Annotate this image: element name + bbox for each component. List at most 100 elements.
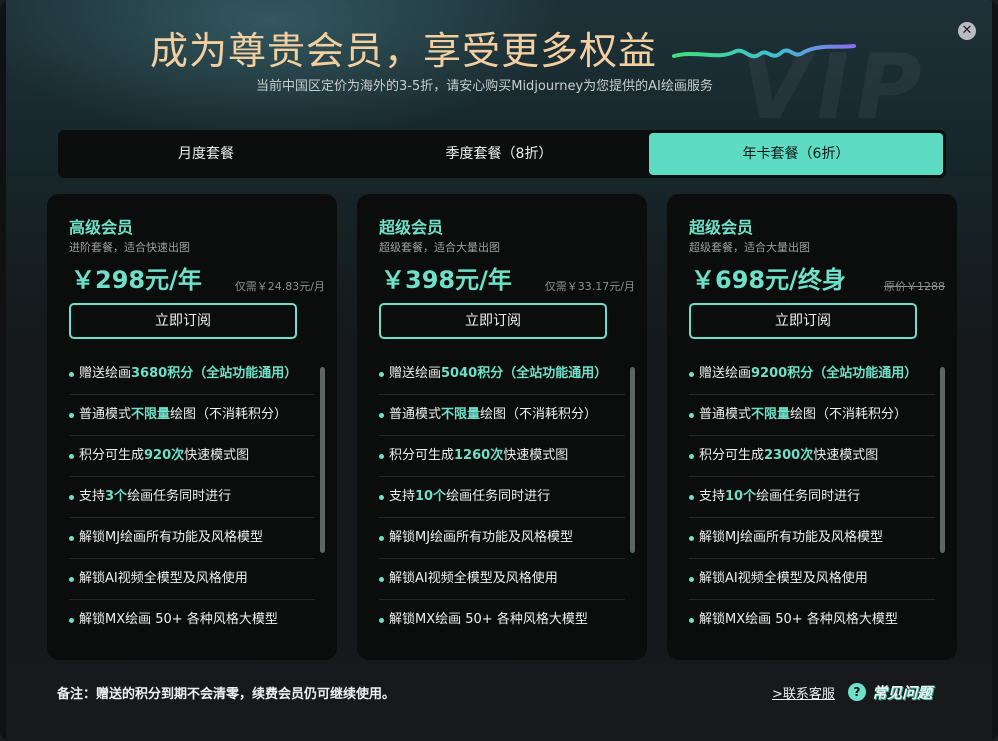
feature-text: 解锁MX绘画 50+ 各种风格大模型 bbox=[699, 612, 898, 627]
feature-item: 解锁MJ绘画所有功能及风格模型 bbox=[69, 518, 315, 559]
feature-highlight: 9200积分（全站功能通用） bbox=[751, 366, 918, 381]
feature-highlight: 2300次 bbox=[764, 448, 814, 463]
bullet-dot-icon bbox=[689, 536, 694, 541]
scrollbar[interactable] bbox=[940, 367, 945, 553]
feature-highlight: 5040积分（全站功能通用） bbox=[441, 366, 608, 381]
feature-item: 解锁AI视频全模型及风格使用 bbox=[689, 559, 935, 600]
feature-item: 积分可生成1260次快速模式图 bbox=[379, 436, 625, 477]
tab-yearly[interactable]: 年卡套餐（6折） bbox=[649, 133, 943, 175]
tab-monthly[interactable]: 月度套餐 bbox=[61, 133, 351, 175]
feature-highlight: 10个 bbox=[415, 489, 447, 504]
decorative-squiggle-icon bbox=[672, 44, 856, 59]
feature-text: 绘画任务同时进行 bbox=[127, 489, 232, 504]
modal-edge-right bbox=[992, 0, 998, 741]
feature-text: 普通模式 bbox=[699, 407, 752, 422]
price-note: 仅需￥24.83元/月 bbox=[234, 280, 325, 293]
feature-item: 普通模式不限量绘图（不消耗积分） bbox=[379, 395, 625, 436]
bullet-dot-icon bbox=[69, 454, 74, 459]
feature-text: 绘图（不消耗积分） bbox=[480, 407, 598, 422]
subscribe-button[interactable]: 立即订阅 bbox=[69, 303, 297, 339]
plan-price: ￥398元/年 bbox=[381, 266, 512, 294]
plan-card-super-lifetime: 超级会员 超级套餐，适合大量出图 ￥698元/终身 原价￥1288 立即订阅 赠… bbox=[667, 194, 957, 660]
plan-name: 高级会员 bbox=[69, 218, 134, 237]
bullet-dot-icon bbox=[689, 618, 694, 623]
feature-item: 支持10个绘画任务同时进行 bbox=[379, 477, 625, 518]
feature-item: 积分可生成920次快速模式图 bbox=[69, 436, 315, 477]
bullet-dot-icon bbox=[689, 372, 694, 377]
feature-text: 快速模式图 bbox=[813, 448, 879, 463]
feature-item: 解锁MX绘画 50+ 各种风格大模型 bbox=[689, 600, 935, 641]
original-price: 原价￥1288 bbox=[884, 280, 945, 293]
feature-item: 支持3个绘画任务同时进行 bbox=[69, 477, 315, 518]
feature-highlight: 不限量 bbox=[751, 407, 791, 422]
subscribe-button[interactable]: 立即订阅 bbox=[689, 303, 917, 339]
feature-text: 解锁MX绘画 50+ 各种风格大模型 bbox=[79, 612, 278, 627]
feature-text: 解锁MJ绘画所有功能及风格模型 bbox=[389, 530, 574, 545]
feature-item: 解锁MX绘画 50+ 各种风格大模型 bbox=[69, 600, 315, 641]
feature-item: 解锁MX绘画 50+ 各种风格大模型 bbox=[379, 600, 625, 641]
plan-card-premium: 高级会员 进阶套餐，适合快速出图 ￥298元/年 仅需￥24.83元/月 立即订… bbox=[47, 194, 337, 660]
feature-text: 快速模式图 bbox=[503, 448, 569, 463]
scrollbar[interactable] bbox=[630, 367, 635, 553]
feature-text: 支持 bbox=[389, 489, 416, 504]
bullet-dot-icon bbox=[69, 618, 74, 623]
bullet-dot-icon bbox=[379, 372, 384, 377]
feature-item: 赠送绘画9200积分（全站功能通用） bbox=[689, 354, 935, 395]
bullet-dot-icon bbox=[69, 413, 74, 418]
bullet-dot-icon bbox=[379, 454, 384, 459]
feature-text: 支持 bbox=[79, 489, 106, 504]
feature-item: 支持10个绘画任务同时进行 bbox=[689, 477, 935, 518]
feature-text: 绘图（不消耗积分） bbox=[790, 407, 908, 422]
plan-description: 进阶套餐，适合快速出图 bbox=[69, 241, 190, 254]
plan-name: 超级会员 bbox=[689, 218, 754, 237]
bullet-dot-icon bbox=[69, 372, 74, 377]
bullet-dot-icon bbox=[689, 413, 694, 418]
feature-text: 快速模式图 bbox=[184, 448, 250, 463]
bullet-dot-icon bbox=[379, 495, 384, 500]
bullet-dot-icon bbox=[69, 536, 74, 541]
plan-price: ￥698元/终身 bbox=[691, 266, 846, 294]
plan-description: 超级套餐，适合大量出图 bbox=[689, 241, 810, 254]
feature-text: 赠送绘画 bbox=[389, 366, 442, 381]
bullet-dot-icon bbox=[379, 413, 384, 418]
subscribe-button[interactable]: 立即订阅 bbox=[379, 303, 607, 339]
scrollbar[interactable] bbox=[320, 367, 325, 553]
feature-text: 普通模式 bbox=[79, 407, 132, 422]
tab-quarterly[interactable]: 季度套餐（8折） bbox=[354, 133, 644, 175]
close-icon: ✕ bbox=[961, 23, 973, 38]
feature-text: 普通模式 bbox=[389, 407, 442, 422]
feature-text: 解锁MJ绘画所有功能及风格模型 bbox=[79, 530, 264, 545]
feature-item: 解锁MJ绘画所有功能及风格模型 bbox=[379, 518, 625, 559]
feature-text: 赠送绘画 bbox=[699, 366, 752, 381]
bullet-dot-icon bbox=[69, 495, 74, 500]
feature-highlight: 不限量 bbox=[441, 407, 481, 422]
feature-list: 赠送绘画5040积分（全站功能通用） 普通模式不限量绘图（不消耗积分） 积分可生成1… bbox=[379, 354, 625, 641]
footer-note: 备注：赠送的积分到期不会清零，续费会员仍可继续使用。 bbox=[57, 687, 396, 702]
bullet-dot-icon bbox=[69, 577, 74, 582]
feature-text: 绘图（不消耗积分） bbox=[170, 407, 288, 422]
membership-modal: VIP 成为尊贵会员，享受更多权益 当前中国区定价为海外的3-5折，请安心购买M… bbox=[0, 0, 998, 741]
feature-highlight: 不限量 bbox=[131, 407, 171, 422]
feature-text: 绘画任务同时进行 bbox=[756, 489, 861, 504]
plan-price: ￥298元/年 bbox=[71, 266, 202, 294]
modal-edge-left bbox=[0, 0, 6, 741]
feature-text: 解锁MX绘画 50+ 各种风格大模型 bbox=[389, 612, 588, 627]
plan-name: 超级会员 bbox=[379, 218, 444, 237]
question-icon[interactable]: ? bbox=[848, 683, 866, 701]
contact-support-link[interactable]: >联系客服 bbox=[772, 683, 835, 702]
feature-text: 支持 bbox=[699, 489, 726, 504]
feature-text: 解锁MJ绘画所有功能及风格模型 bbox=[699, 530, 884, 545]
feature-text: 绘画任务同时进行 bbox=[446, 489, 551, 504]
bullet-dot-icon bbox=[689, 577, 694, 582]
feature-highlight: 3680积分（全站功能通用） bbox=[131, 366, 298, 381]
bullet-dot-icon bbox=[379, 536, 384, 541]
page-subtitle: 当前中国区定价为海外的3-5折，请安心购买Midjourney为您提供的AI绘画… bbox=[256, 79, 713, 94]
plan-tabs: 月度套餐 季度套餐（8折） 年卡套餐（6折） bbox=[58, 130, 946, 178]
close-button[interactable]: ✕ bbox=[958, 22, 976, 40]
feature-highlight: 920次 bbox=[144, 448, 185, 463]
feature-text: 积分可生成 bbox=[699, 448, 765, 463]
feature-item: 赠送绘画3680积分（全站功能通用） bbox=[69, 354, 315, 395]
bullet-dot-icon bbox=[689, 495, 694, 500]
faq-link[interactable]: 常见问题 bbox=[872, 682, 932, 703]
feature-text: 积分可生成 bbox=[389, 448, 455, 463]
